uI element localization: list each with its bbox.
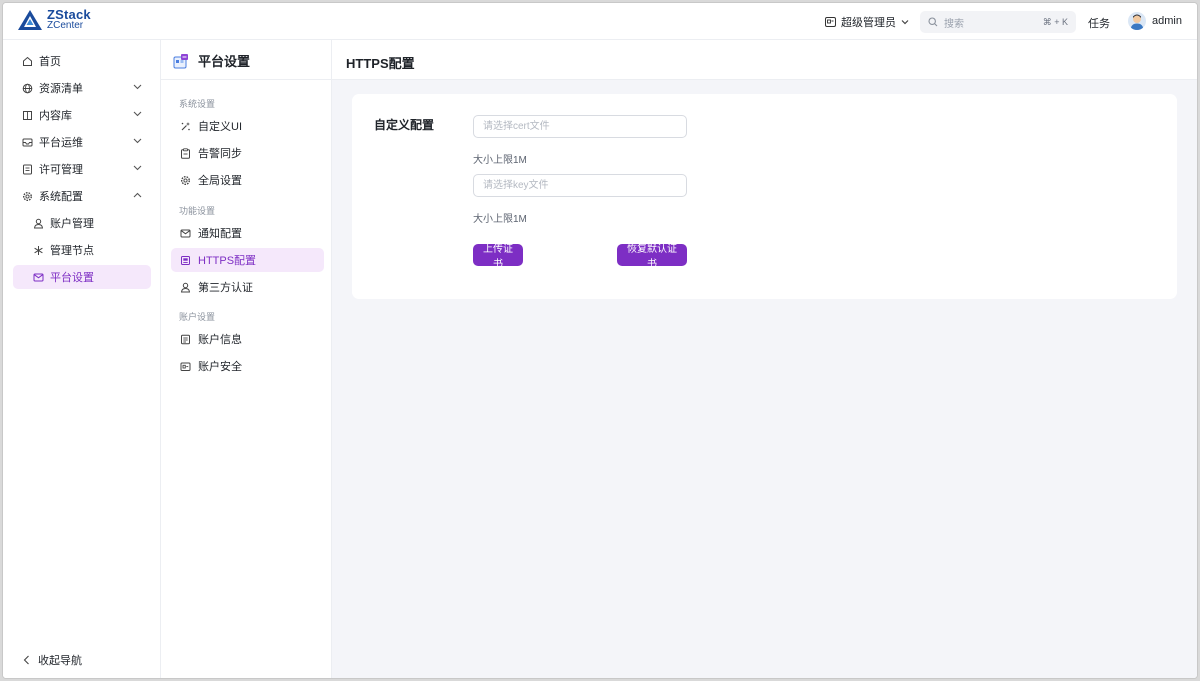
settings-item-account-info[interactable]: 账户信息 <box>171 327 324 351</box>
upload-certificate-button[interactable]: 上传证书 <box>473 244 523 270</box>
chevron-down-icon <box>131 108 143 120</box>
settings-item-third-party-auth[interactable]: 第三方认证 <box>171 275 324 299</box>
group-feature-settings: 功能设置 <box>179 206 216 216</box>
logo[interactable]: ZStack ZCenter <box>17 7 91 31</box>
top-bar: ZStack ZCenter 超级管理员 搜索 ⌘ + K 任务 admin <box>3 3 1197 40</box>
gear-icon <box>22 191 33 202</box>
page-title: HTTPS配置 <box>346 56 415 71</box>
settings-item-https[interactable]: HTTPS配置 <box>171 248 324 272</box>
settings-item-label: 账户安全 <box>198 361 242 373</box>
user-name: admin <box>1152 15 1182 27</box>
nav-item-system-config[interactable]: 系统配置 <box>13 184 151 208</box>
settings-item-label: 自定义UI <box>198 121 242 133</box>
mail-icon <box>180 228 191 239</box>
tasks-link[interactable]: 任务 <box>1088 15 1110 31</box>
search-placeholder: 搜索 <box>944 18 964 30</box>
home-icon <box>22 56 33 67</box>
avatar <box>1128 12 1146 30</box>
search-box[interactable]: 搜索 ⌘ + K <box>920 11 1076 33</box>
cert-size-hint: 大小上限1M <box>473 155 527 166</box>
chevron-down-icon <box>901 20 909 25</box>
left-nav: 首页 资源清单 内容库 平台运维 许可管理 系统配置 账户管理 管理节点 平台设… <box>3 40 161 678</box>
group-account-settings: 账户设置 <box>179 312 216 322</box>
settings-item-notification[interactable]: 通知配置 <box>171 221 324 245</box>
user-avatar-icon <box>1130 14 1144 30</box>
inbox-icon <box>22 137 33 148</box>
nav-label: 首页 <box>39 56 61 68</box>
nav-label: 平台运维 <box>39 137 83 149</box>
settings-nav: 平台设置 系统设置 自定义UI 告警同步 全局设置 功能设置 通知配置 HTTP… <box>161 40 332 678</box>
license-icon <box>22 164 33 175</box>
nav-label: 内容库 <box>39 110 72 122</box>
nav-item-account-management[interactable]: 账户管理 <box>13 211 151 235</box>
zstack-logo-icon <box>18 10 42 30</box>
user-icon <box>180 282 191 293</box>
settings-item-custom-ui[interactable]: 自定义UI <box>171 114 324 138</box>
chevron-down-icon <box>131 162 143 174</box>
chevron-down-icon <box>131 135 143 147</box>
shield-icon <box>180 361 191 372</box>
nav-item-license[interactable]: 许可管理 <box>13 157 151 181</box>
nav-label: 管理节点 <box>50 245 94 257</box>
chevron-left-icon <box>23 655 29 665</box>
nav-item-home[interactable]: 首页 <box>13 49 151 73</box>
group-system-settings: 系统设置 <box>179 99 216 109</box>
main-content: HTTPS配置 自定义配置 大小上限1M 大小上限1M 上传证书 恢复默认证书 <box>332 40 1197 678</box>
nav-label: 账户管理 <box>50 218 94 230</box>
chevron-down-icon <box>131 81 143 93</box>
settings-item-label: 第三方认证 <box>198 282 253 294</box>
user-icon <box>33 218 44 229</box>
search-shortcut: ⌘ + K <box>1042 16 1068 27</box>
nav-label: 资源清单 <box>39 83 83 95</box>
app-window: ZStack ZCenter 超级管理员 搜索 ⌘ + K 任务 admin 首… <box>2 2 1198 679</box>
collapse-nav-button[interactable]: 收起导航 <box>23 652 82 668</box>
nav-item-platform-settings[interactable]: 平台设置 <box>13 265 151 289</box>
settings-item-label: 全局设置 <box>198 175 242 187</box>
settings-item-account-security[interactable]: 账户安全 <box>171 354 324 378</box>
divider <box>161 79 331 80</box>
platform-settings-icon <box>173 53 188 68</box>
https-config-card: 自定义配置 大小上限1M 大小上限1M 上传证书 恢复默认证书 <box>352 94 1177 299</box>
role-icon <box>825 17 836 27</box>
mail-icon <box>33 272 44 283</box>
cert-file-input[interactable] <box>473 115 687 138</box>
role-switcher[interactable]: 超级管理员 <box>825 14 909 30</box>
globe-icon <box>22 83 33 94</box>
magic-icon <box>180 121 191 132</box>
key-size-hint: 大小上限1M <box>473 214 527 225</box>
settings-item-label: HTTPS配置 <box>198 255 257 267</box>
settings-nav-title: 平台设置 <box>198 54 251 69</box>
chevron-up-icon <box>131 189 143 201</box>
restore-default-certificate-button[interactable]: 恢复默认证书 <box>617 244 687 270</box>
page-header: HTTPS配置 <box>332 40 1197 80</box>
nav-item-resources[interactable]: 资源清单 <box>13 76 151 100</box>
clipboard-icon <box>180 147 191 159</box>
certificate-icon <box>180 255 191 266</box>
role-label: 超级管理员 <box>841 17 896 29</box>
nav-item-content-library[interactable]: 内容库 <box>13 103 151 127</box>
search-icon <box>928 17 938 27</box>
settings-item-label: 通知配置 <box>198 228 242 240</box>
settings-nav-header: 平台设置 <box>173 51 250 70</box>
user-menu[interactable]: admin <box>1128 12 1182 30</box>
nav-item-management-nodes[interactable]: 管理节点 <box>13 238 151 262</box>
document-icon <box>180 334 191 345</box>
collapse-nav-label: 收起导航 <box>38 655 82 667</box>
gear-icon <box>180 175 191 186</box>
nav-label: 许可管理 <box>39 164 83 176</box>
asterisk-icon <box>33 245 44 256</box>
logo-title: ZStack <box>47 7 91 22</box>
settings-item-alarm-sync[interactable]: 告警同步 <box>171 141 324 165</box>
nav-label: 平台设置 <box>50 272 94 284</box>
nav-item-platform-ops[interactable]: 平台运维 <box>13 130 151 154</box>
section-label: 自定义配置 <box>374 118 435 132</box>
key-file-input[interactable] <box>473 174 687 197</box>
settings-item-label: 账户信息 <box>198 334 242 346</box>
settings-item-label: 告警同步 <box>198 148 242 160</box>
settings-item-global-settings[interactable]: 全局设置 <box>171 168 324 192</box>
nav-label: 系统配置 <box>39 191 83 203</box>
book-icon <box>22 110 33 121</box>
